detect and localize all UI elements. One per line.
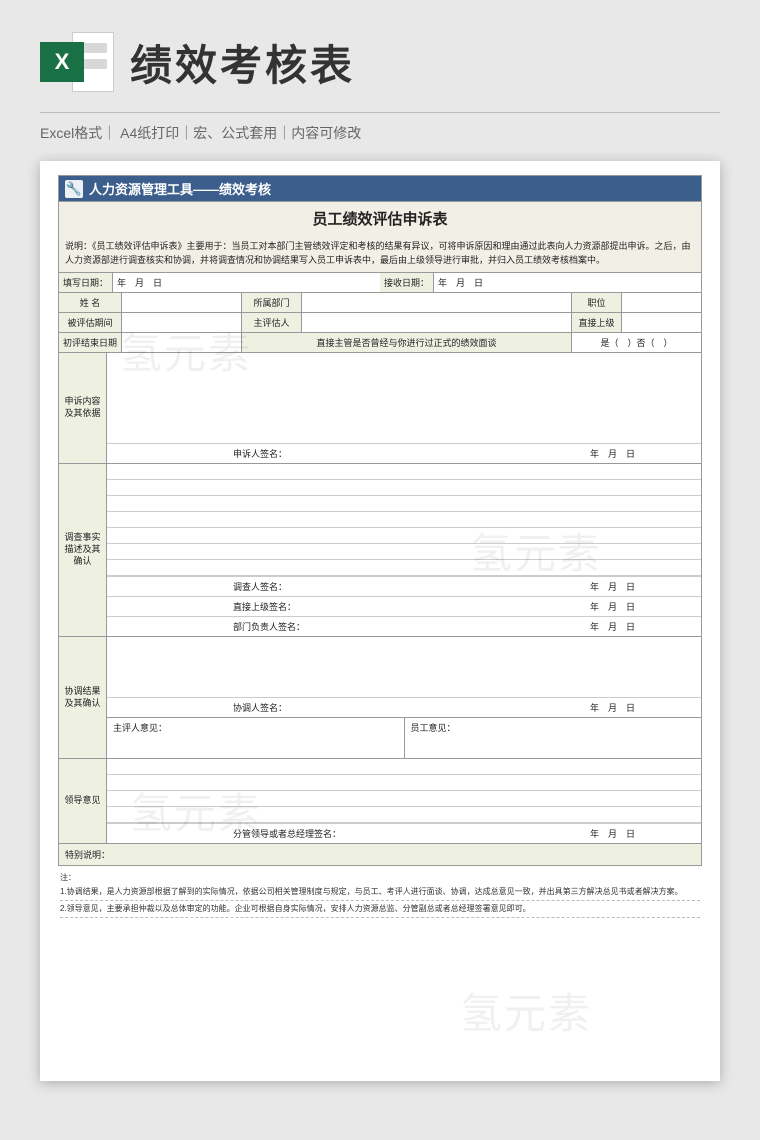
sig-leader-date: 年 月 日 xyxy=(590,827,695,840)
page-header: X 绩效考核表 xyxy=(0,0,760,112)
sig-depthead-date: 年 月 日 xyxy=(590,620,695,633)
excel-icon-letter: X xyxy=(40,42,84,82)
fill-date-label: 填写日期： xyxy=(59,273,113,292)
sig-investigator: 调查人签名： xyxy=(113,580,287,593)
value-position xyxy=(622,293,702,313)
value-superior xyxy=(622,313,702,333)
fill-date-value: 年 月 日 xyxy=(113,273,380,292)
value-interview: 是（ ）否（ ） xyxy=(572,333,702,353)
label-period: 被评估期间 xyxy=(59,313,122,333)
sig-investigator-date: 年 月 日 xyxy=(590,580,695,593)
value-enddate xyxy=(122,333,242,353)
opinion-employee: 员工意见： xyxy=(405,718,702,758)
section-leader: 领导意见 分管领导或者总经理签名： 年 月 日 xyxy=(59,759,701,843)
sig-coordinator: 协调人签名： xyxy=(113,701,287,714)
label-name: 姓 名 xyxy=(59,293,122,313)
excel-icon: X xyxy=(40,28,114,96)
recv-date-label: 接收日期： xyxy=(380,273,434,292)
recv-date-value: 年 月 日 xyxy=(434,273,701,292)
page-title: 绩效考核表 xyxy=(130,32,355,93)
sig-superior-date: 年 月 日 xyxy=(590,600,695,613)
section-investigation: 调查事实描述及其确认 调查人签名： 年 月 日 直接上级签名： 年 月 日 部门… xyxy=(59,464,701,637)
section-appeal: 申诉内容及其依据 申诉人签名： 年 月 日 xyxy=(59,353,701,464)
sig-leader: 分管领导或者总经理签名： xyxy=(113,827,341,840)
value-assessor xyxy=(302,313,572,333)
sig-superior: 直接上级签名： xyxy=(113,600,296,613)
footnote-head: 注： xyxy=(60,872,700,884)
section-coordination-label: 协调结果及其确认 xyxy=(59,637,107,758)
label-position: 职位 xyxy=(572,293,622,313)
sig-coordinator-date: 年 月 日 xyxy=(590,701,695,714)
wrench-icon: 🔧 xyxy=(65,180,83,198)
label-dept: 所属部门 xyxy=(242,293,302,313)
info-table: 姓 名 所属部门 职位 被评估期间 主评估人 直接上级 初评结束日期 直接主管是… xyxy=(58,293,702,353)
label-interview: 直接主管是否曾经与你进行过正式的绩效面谈 xyxy=(242,333,572,353)
section-investigation-label: 调查事实描述及其确认 xyxy=(59,464,107,636)
label-assessor: 主评估人 xyxy=(242,313,302,333)
special-note: 特别说明： xyxy=(58,844,702,866)
label-superior: 直接上级 xyxy=(572,313,622,333)
section-leader-label: 领导意见 xyxy=(59,759,107,843)
value-name xyxy=(122,293,242,313)
opinion-assessor: 主评人意见： xyxy=(107,718,405,758)
sections: 申诉内容及其依据 申诉人签名： 年 月 日 调查事实描述及其确认 调查人签名： xyxy=(58,353,702,844)
form-title: 员工绩效评估申诉表 xyxy=(58,202,702,235)
meta-info: Excel格式｜ A4纸打印｜宏、公式套用｜内容可修改 xyxy=(0,123,760,161)
footnotes: 注： 1.协调结果，是人力资源部根据了解到的实际情况，依据公司相关管理制度与规定… xyxy=(58,866,702,918)
document-preview: 🔧 人力资源管理工具——绩效考核 员工绩效评估申诉表 说明：《员工绩效评估申诉表… xyxy=(40,161,720,1081)
divider xyxy=(40,112,720,113)
sig-depthead: 部门负责人签名： xyxy=(113,620,305,633)
form-description: 说明：《员工绩效评估申诉表》主要用于：当员工对本部门主管绩效评定和考核的结果有异… xyxy=(58,235,702,273)
label-enddate: 初评结束日期 xyxy=(59,333,122,353)
footnote-2: 2.领导意见，主要承担仲裁以及总体审定的功能。企业可根据自身实际情况，安排人力资… xyxy=(60,901,700,918)
sig-appeal: 申诉人签名： xyxy=(113,447,287,460)
doc-banner: 🔧 人力资源管理工具——绩效考核 xyxy=(58,175,702,202)
date-row: 填写日期： 年 月 日 接收日期： 年 月 日 xyxy=(58,273,702,293)
value-dept xyxy=(302,293,572,313)
section-appeal-label: 申诉内容及其依据 xyxy=(59,353,107,463)
doc-banner-text: 人力资源管理工具——绩效考核 xyxy=(89,179,271,198)
section-coordination: 协调结果及其确认 协调人签名： 年 月 日 主评人意见： 员工意见： xyxy=(59,637,701,759)
footnote-1: 1.协调结果，是人力资源部根据了解到的实际情况，依据公司相关管理制度与规定，与员… xyxy=(60,884,700,901)
sig-appeal-date: 年 月 日 xyxy=(590,447,695,460)
value-period xyxy=(122,313,242,333)
